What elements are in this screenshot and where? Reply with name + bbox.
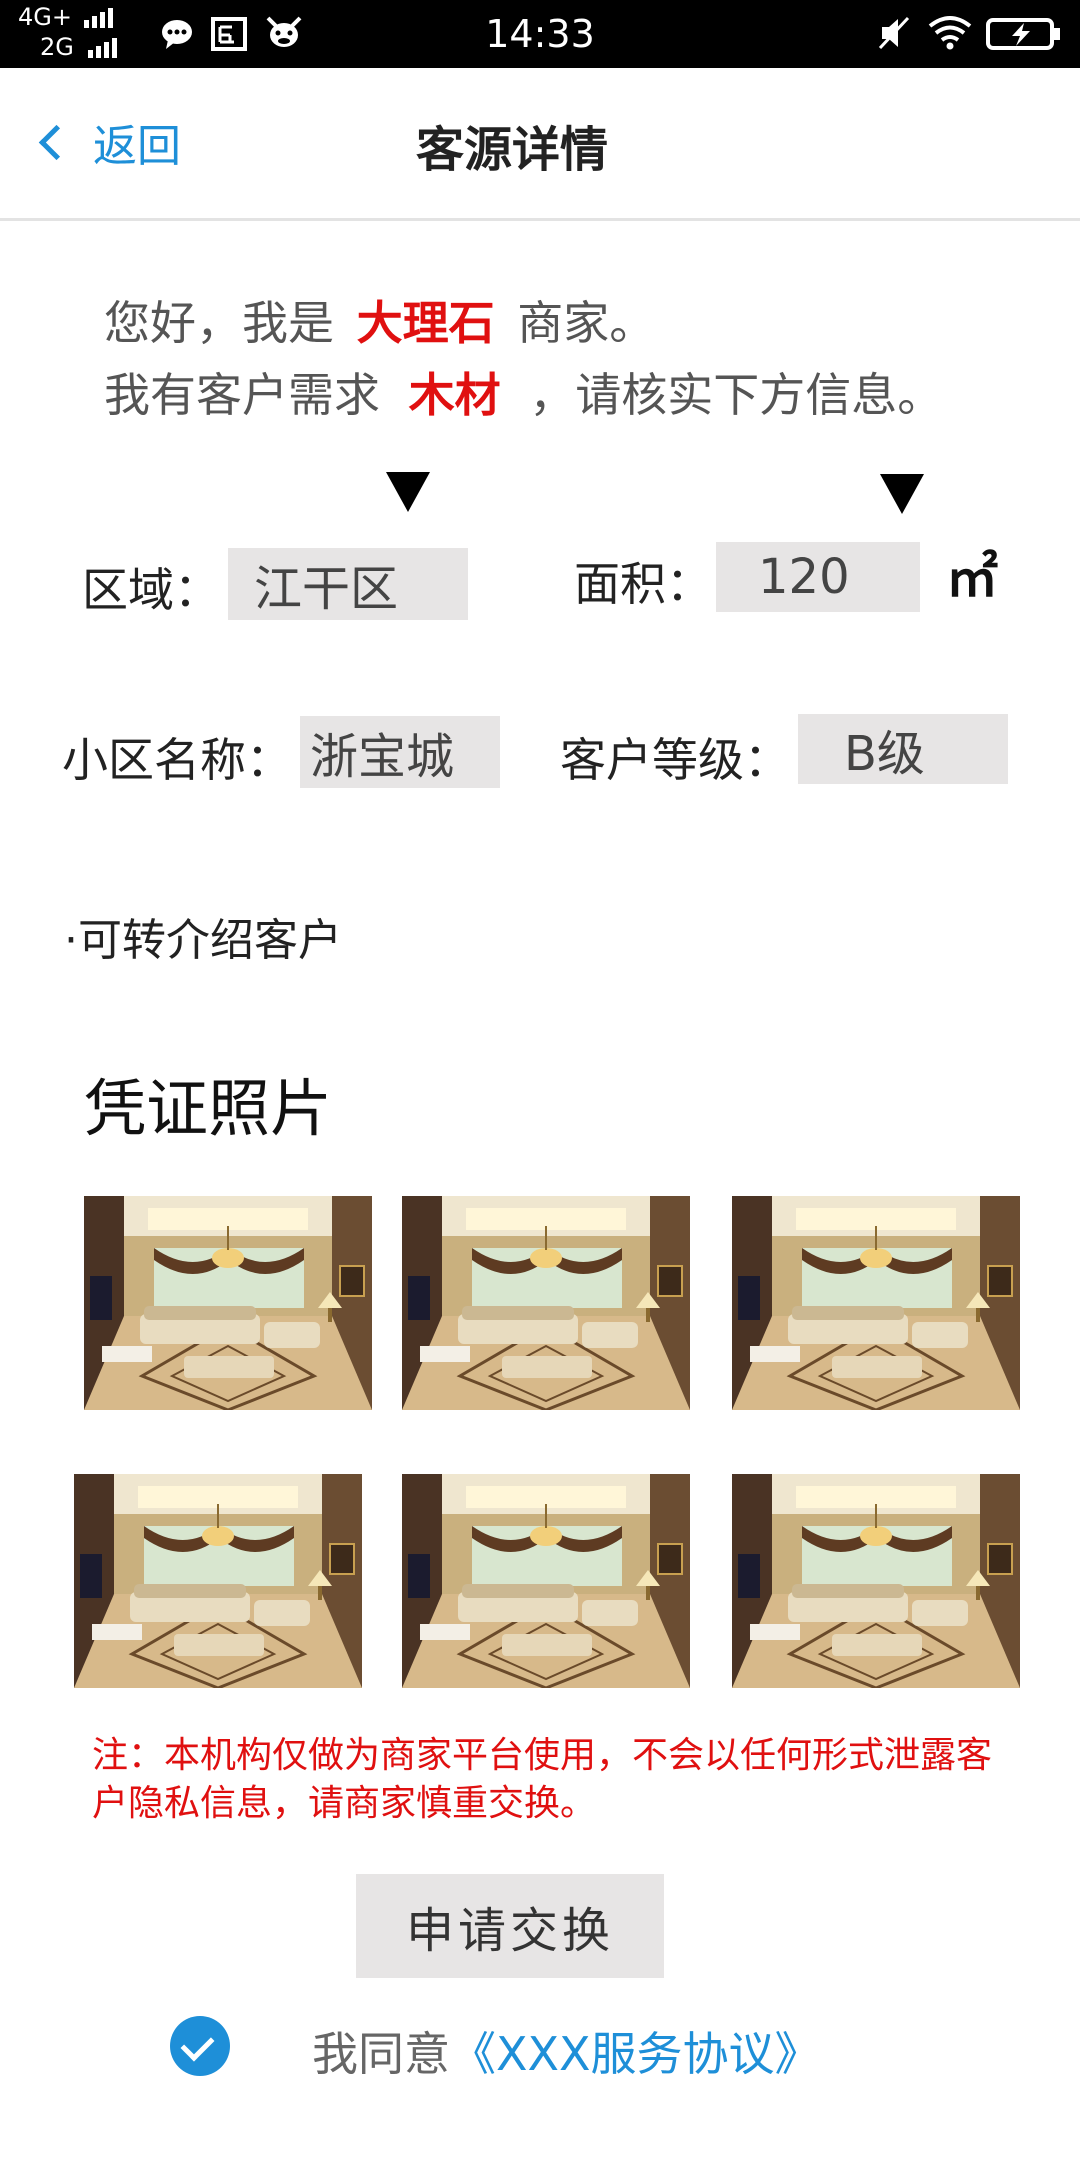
community-input[interactable]: 浙宝城: [300, 716, 500, 788]
demand-type: 木材: [408, 368, 501, 422]
page-title: 客源详情: [415, 122, 608, 178]
voucher-photo-6[interactable]: [732, 1474, 1020, 1688]
voucher-photo-3[interactable]: [732, 1196, 1020, 1410]
voucher-photo-4[interactable]: [74, 1474, 362, 1688]
grade-select[interactable]: B级: [798, 714, 1008, 784]
agreement-text: 我同意《XXX服务协议》: [312, 2018, 821, 2084]
intro-line-1: 您好，我是 大理石 商家。: [104, 288, 655, 358]
apply-exchange-button[interactable]: 申请交换: [356, 1874, 664, 1978]
nav-header: 返回 客源详情: [0, 68, 1080, 221]
region-select[interactable]: 江干区: [228, 548, 468, 620]
clock: 14:33: [485, 12, 595, 56]
area-dropdown-icon[interactable]: [880, 474, 924, 514]
status-bar: 4G+ 2G 14:33: [0, 0, 1080, 68]
area-label: 面积：: [574, 557, 712, 611]
grade-label: 客户等级：: [560, 733, 790, 787]
privacy-notice: 注：本机构仅做为商家平台使用，不会以任何形式泄露客户隐私信息，请商家慎重交换。: [92, 1735, 993, 1824]
voucher-photo-1[interactable]: [84, 1196, 372, 1410]
agree-checkbox[interactable]: [170, 2016, 230, 2076]
agreement-prefix: 我同意: [312, 2027, 450, 2081]
intro-prefix: 您好，我是: [104, 296, 334, 350]
region-label: 区域：: [82, 563, 220, 617]
voucher-photo-2[interactable]: [402, 1196, 690, 1410]
photos-title: 凭证照片: [84, 1072, 333, 1145]
service-agreement-link[interactable]: 《XXX服务协议》: [450, 2027, 821, 2081]
voucher-photo-5[interactable]: [402, 1474, 690, 1688]
wifi-icon: [928, 16, 972, 50]
area-input[interactable]: 120: [716, 542, 920, 612]
intro-suffix-2: ，请核实下方信息。: [529, 368, 944, 422]
region-dropdown-icon[interactable]: [386, 472, 430, 512]
battery-charging-icon: [986, 18, 1060, 50]
referral-note: ·可转介绍客户: [64, 915, 342, 966]
mute-icon: [878, 16, 910, 50]
intro-line-2: 我有客户需求 木材 ，请核实下方信息。: [104, 360, 943, 430]
intro-prefix-2: 我有客户需求: [104, 368, 380, 422]
community-label: 小区名称：: [62, 733, 292, 787]
intro-suffix: 商家。: [517, 296, 656, 350]
merchant-type: 大理石: [356, 296, 495, 350]
area-unit: ㎡: [946, 549, 999, 609]
